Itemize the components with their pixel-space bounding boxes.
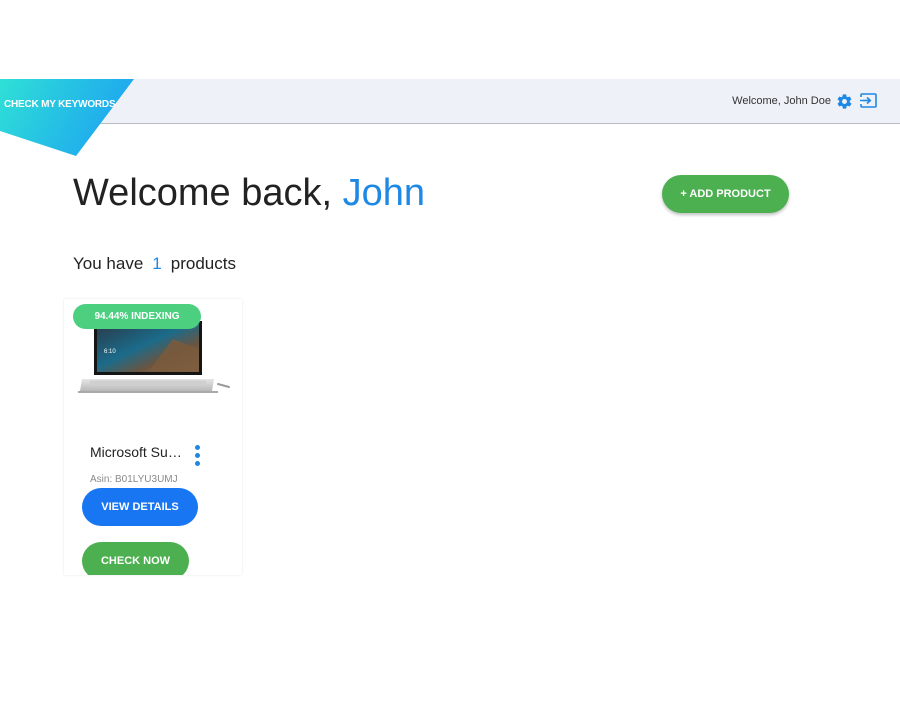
logo-shape xyxy=(0,79,134,156)
view-details-button[interactable]: VIEW DETAILS xyxy=(82,488,198,526)
count-value: 1 xyxy=(152,254,162,273)
count-prefix: You have xyxy=(73,254,144,273)
more-options-icon[interactable] xyxy=(192,445,202,467)
logout-icon[interactable] xyxy=(860,93,878,109)
product-image: 6:10 xyxy=(78,321,230,393)
logo-text: CHECK MY KEYWORDS xyxy=(4,99,116,110)
welcome-user-text: Welcome, John Doe xyxy=(732,95,831,107)
check-now-button[interactable]: CHECK NOW xyxy=(82,542,189,575)
product-count: You have 1 products xyxy=(73,254,236,274)
indexing-badge: 94.44% INDEXING xyxy=(73,304,201,329)
greeting-name: John xyxy=(342,172,426,214)
add-product-button[interactable]: + ADD PRODUCT xyxy=(662,175,789,213)
gear-icon[interactable] xyxy=(836,93,853,110)
svg-text:6:10: 6:10 xyxy=(104,349,116,355)
logo[interactable]: CHECK MY KEYWORDS xyxy=(0,79,134,156)
product-title[interactable]: Microsoft Surface Book xyxy=(90,444,182,460)
product-asin: Asin: B01LYU3UMJ xyxy=(90,474,178,485)
count-suffix: products xyxy=(170,254,236,273)
product-card: 94.44% INDEXING 6:10 Microsoft Surf Asin… xyxy=(64,299,242,575)
page: CHECK MY KEYWORDS Welcome, John Doe Welc… xyxy=(0,0,900,721)
page-title: Welcome back, John xyxy=(73,172,425,215)
greeting-prefix: Welcome back, xyxy=(73,172,333,214)
